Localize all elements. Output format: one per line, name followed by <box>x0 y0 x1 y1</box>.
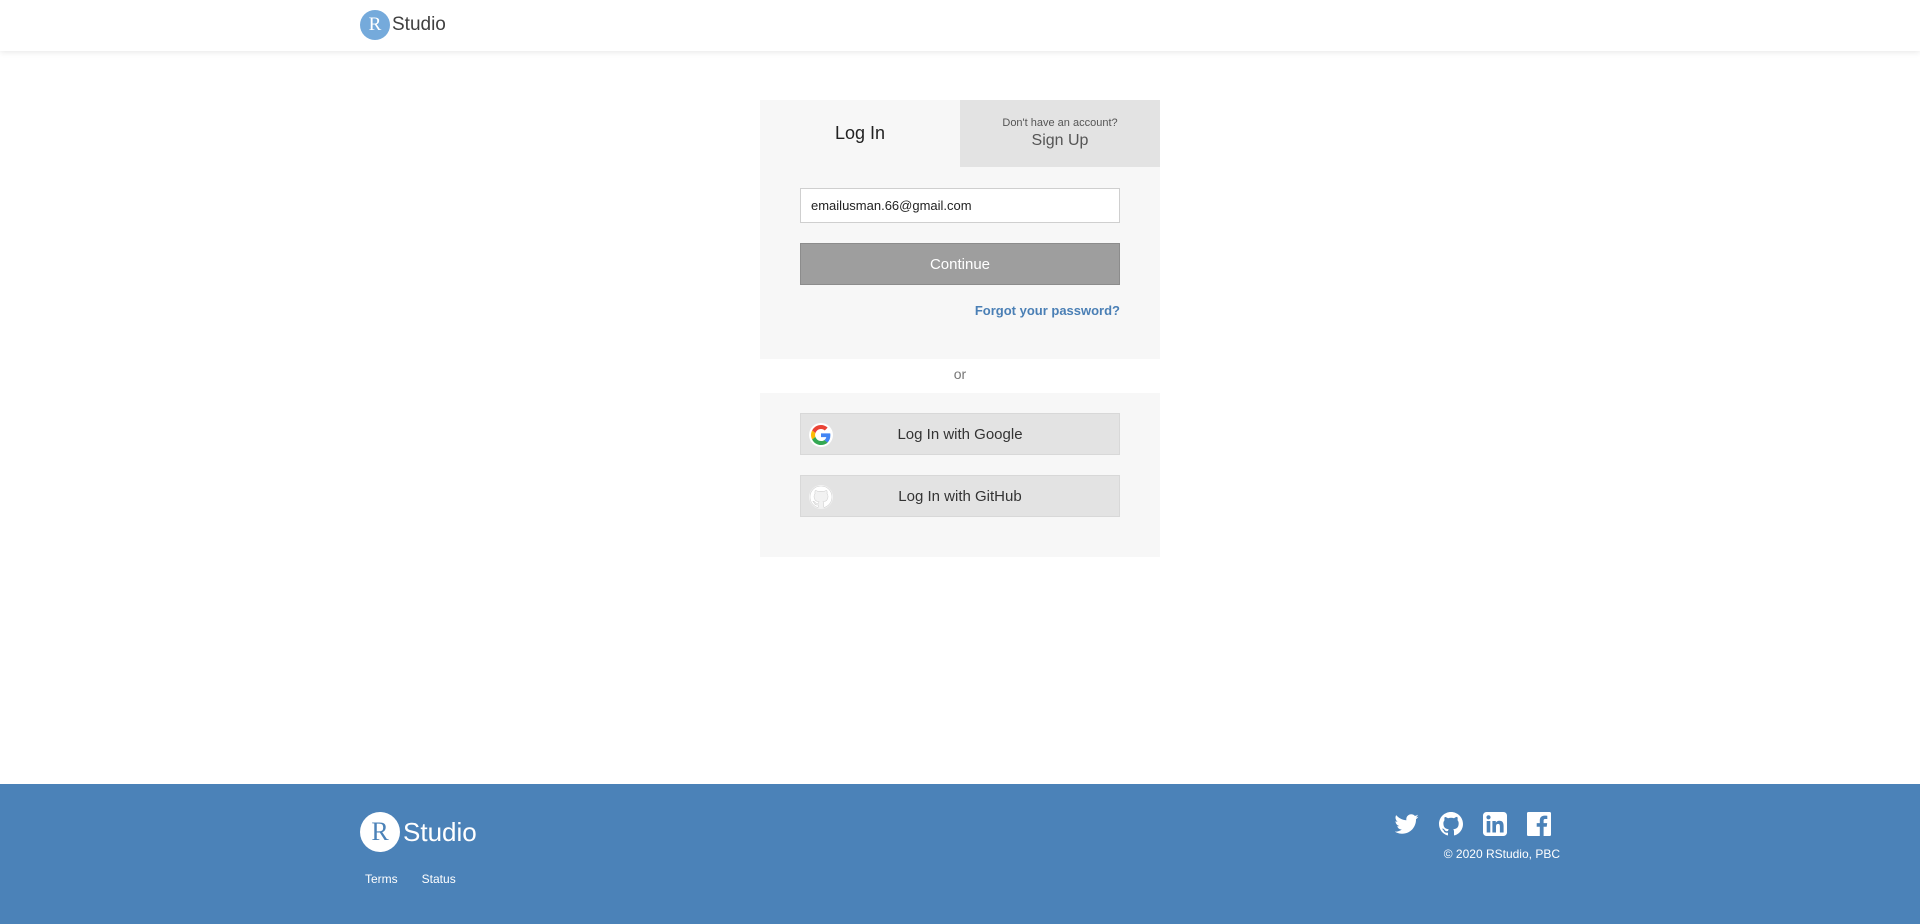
rstudio-logo-text: Studio <box>392 14 446 35</box>
footer-social-icons <box>1394 812 1551 836</box>
google-login-button[interactable]: Log In with Google <box>800 413 1120 455</box>
social-login-card: Log In with Google Log In with GitHub <box>760 393 1160 557</box>
tab-sign-up-label: Sign Up <box>1031 132 1089 149</box>
sign-up-hint: Don't have an account? <box>1002 117 1118 129</box>
google-login-label: Log In with Google <box>897 425 1023 443</box>
footer-logo-icon: R <box>360 812 400 852</box>
rstudio-logo-link[interactable]: R Studio <box>360 10 446 40</box>
tab-sign-up[interactable]: Don't have an account? Sign Up <box>960 100 1160 167</box>
footer-links: Terms Status <box>365 872 456 886</box>
github-login-button[interactable]: Log In with GitHub <box>800 475 1120 517</box>
copyright-text: © 2020 RStudio, PBC <box>1443 847 1560 861</box>
email-field[interactable] <box>800 188 1120 223</box>
github-icon <box>809 485 833 509</box>
facebook-icon[interactable] <box>1527 812 1551 836</box>
or-divider: or <box>953 366 967 382</box>
tab-log-in[interactable]: Log In <box>760 100 960 167</box>
top-navbar: R Studio <box>0 0 1920 51</box>
terms-link[interactable]: Terms <box>365 872 398 886</box>
continue-button[interactable]: Continue <box>800 243 1120 285</box>
github-icon[interactable] <box>1439 812 1463 836</box>
footer-logo: R Studio <box>360 812 477 852</box>
footer-logo-text: Studio <box>403 816 477 847</box>
github-login-label: Log In with GitHub <box>898 487 1022 505</box>
twitter-icon[interactable] <box>1394 812 1419 836</box>
rstudio-logo-icon: R <box>360 10 390 40</box>
tab-log-in-label: Log In <box>834 123 886 143</box>
forgot-password-link[interactable]: Forgot your password? <box>975 303 1120 318</box>
status-link[interactable]: Status <box>422 872 456 886</box>
footer: R Studio Terms Status © 2020 RStudio, PB… <box>0 784 1920 924</box>
google-icon <box>809 423 833 447</box>
linkedin-icon[interactable] <box>1483 812 1507 836</box>
login-card: Log In Don't have an account? Sign Up Co… <box>760 100 1160 359</box>
